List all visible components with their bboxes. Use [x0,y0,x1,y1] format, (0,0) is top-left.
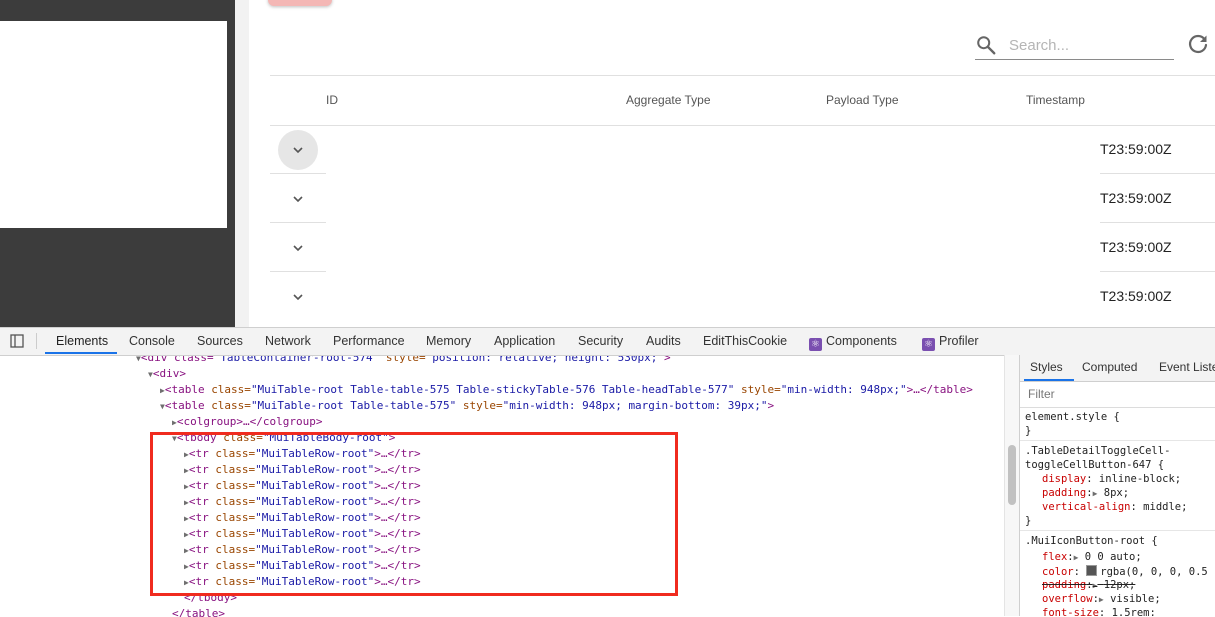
element-style-rule[interactable]: element.style { [1025,411,1120,423]
chevron-down-icon [293,147,303,154]
search-input[interactable] [1007,31,1171,59]
table-row: T23:59:00Z [270,272,1215,321]
styles-filter-input[interactable]: Filter [1028,387,1055,401]
panel-divider [235,0,249,327]
column-header-timestamp[interactable]: Timestamp [1026,93,1085,107]
timestamp-cell: T23:59:00Z [1100,239,1172,255]
css-property[interactable]: vertical-align: middle; [1042,501,1187,513]
tab-console[interactable]: Console [129,334,175,348]
react-icon: ⚛ [809,338,822,351]
css-property[interactable]: display: inline-block; [1042,473,1181,485]
expand-row-button[interactable] [278,277,318,317]
table-row: T23:59:00Z [270,125,1215,174]
search-icon [977,36,996,55]
annotation-highlight-box [150,432,678,596]
styles-pane: Styles Computed Event Liste Filter eleme… [1019,355,1215,616]
css-property[interactable]: padding:▶ 8px; [1042,487,1129,499]
tab-elements[interactable]: Elements [56,334,108,348]
column-header-aggregate-type[interactable]: Aggregate Type [626,93,711,107]
search-field[interactable] [975,31,1174,60]
tab-sources[interactable]: Sources [197,334,243,348]
css-property[interactable]: flex:▶ 0 0 auto; [1042,551,1142,563]
chevron-down-icon [293,196,303,203]
left-panel-card [0,21,227,228]
active-tab-indicator [45,352,117,354]
expand-row-button[interactable] [278,130,318,170]
rule-selector[interactable]: .TableDetailToggleCell- [1025,445,1170,457]
rule-selector[interactable]: .MuiIconButton-root { [1025,535,1158,547]
tab-styles[interactable]: Styles [1030,360,1063,374]
tab-components[interactable]: ⚛ Components [809,334,897,351]
dock-side-icon[interactable] [10,334,24,348]
rule-close-brace: } [1025,425,1032,437]
tab-security[interactable]: Security [578,334,623,348]
rule-close-brace: } [1025,515,1032,527]
rule-selector[interactable]: toggleCellButton-647 { [1025,459,1164,471]
tab-application[interactable]: Application [494,334,555,348]
chevron-down-icon [293,294,303,301]
table-row: T23:59:00Z [270,223,1215,272]
expand-row-button[interactable] [278,179,318,219]
active-tab-indicator [1024,379,1074,381]
tab-profiler[interactable]: ⚛ Profiler [922,334,979,351]
filter-divider [1020,407,1215,408]
tab-memory[interactable]: Memory [426,334,471,348]
timestamp-cell: T23:59:00Z [1100,288,1172,304]
css-property[interactable]: color: rgba(0, 0, 0, 0.5 [1042,565,1208,578]
column-header-payload-type[interactable]: Payload Type [826,93,899,107]
css-property[interactable]: font-size: 1.5rem; [1042,607,1156,616]
tab-profiler-label: Profiler [939,334,979,348]
dom-node-div[interactable]: ▼<div> [148,367,186,380]
color-swatch[interactable] [1086,565,1098,576]
css-property[interactable]: overflow:▶ visible; [1042,593,1161,605]
expand-row-button[interactable] [278,228,318,268]
tab-event-listeners[interactable]: Event Liste [1159,360,1215,374]
tab-computed[interactable]: Computed [1082,360,1137,374]
css-property-overridden[interactable]: padding:▶ 12px; [1042,579,1135,591]
dom-node-div-container[interactable]: ▼<div class="TableContainer-root-574" st… [136,356,671,364]
rule-separator [1020,440,1215,441]
styles-tabbar: Styles Computed Event Liste [1020,355,1215,382]
tab-network[interactable]: Network [265,334,311,348]
toolbar-divider [270,75,1215,76]
dom-node-colgroup[interactable]: ▶<colgroup>…</colgroup> [172,415,323,428]
refresh-icon[interactable] [1186,33,1210,57]
app-viewport: ID Aggregate Type Payload Type Timestamp… [0,0,1215,327]
chevron-down-icon [293,245,303,252]
column-header-id[interactable]: ID [326,93,338,107]
tab-editthiscookie[interactable]: EditThisCookie [703,334,787,348]
dom-tree-scrollbar-thumb[interactable] [1008,445,1016,505]
timestamp-cell: T23:59:00Z [1100,141,1172,157]
tab-audits[interactable]: Audits [646,334,681,348]
devtools-tabbar: Elements Console Sources Network Perform… [0,328,1215,356]
table-row: T23:59:00Z [270,174,1215,223]
tab-performance[interactable]: Performance [333,334,405,348]
tab-components-label: Components [826,334,897,348]
dom-node-table[interactable]: ▼<table class="MuiTable-root Table-table… [160,399,774,412]
tab-separator [36,333,37,349]
rule-separator [1020,530,1215,531]
timestamp-cell: T23:59:00Z [1100,190,1172,206]
add-button-edge[interactable] [268,0,332,6]
dom-node-table-head[interactable]: ▶<table class="MuiTable-root Table-table… [160,383,973,396]
react-icon: ⚛ [922,338,935,351]
